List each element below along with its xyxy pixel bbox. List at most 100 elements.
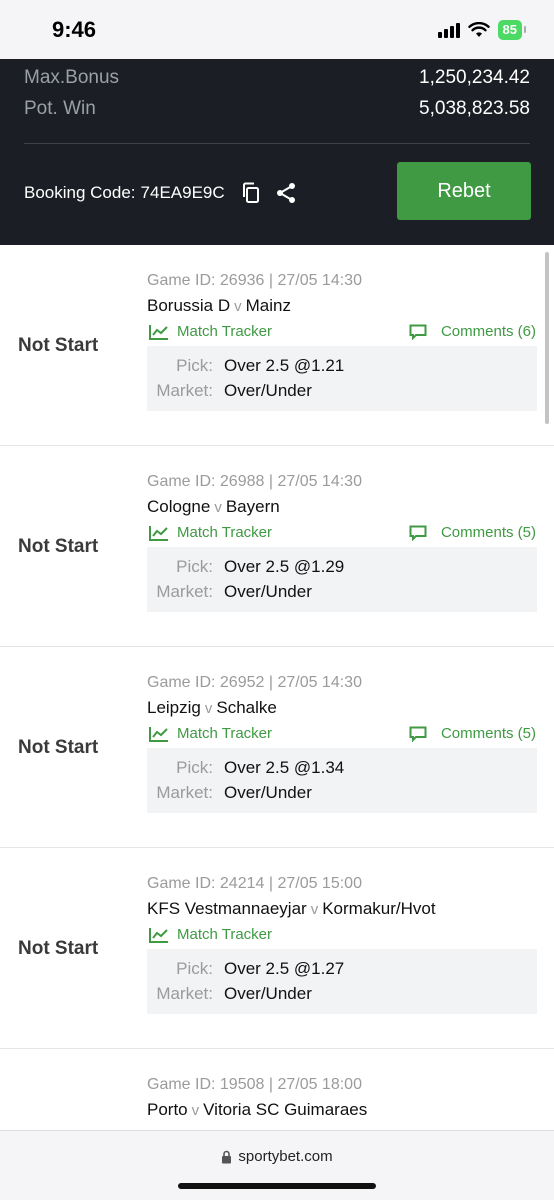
home-team: KFS Vestmannaeyjar [147,899,307,918]
bet-status: Not Start [18,535,99,557]
market-value: Over/Under [224,984,312,1003]
lock-icon [222,1150,232,1163]
market-label: Market: [156,582,213,601]
pick-label: Pick: [176,758,213,777]
pick-label: Pick: [176,356,213,375]
versus-label: v [234,298,242,315]
divider [24,143,530,144]
match-tracker-label: Match Tracker [177,926,273,943]
pick-details: Pick: Over 2.5 @1.27 Market: Over/Under [147,949,537,1014]
comments-label: Comments (6) [440,323,536,340]
match-tracker-link[interactable]: Match Tracker [149,926,272,943]
comments-label: Comments (5) [440,524,536,541]
pick-details: Pick: Over 2.5 @1.34 Market: Over/Under [147,748,537,813]
booking-code-value: 74EA9E9C [140,183,225,202]
pick-value: Over 2.5 @1.29 [224,557,345,576]
match-tracker-link[interactable]: Match Tracker [149,725,272,742]
away-team: Schalke [216,698,277,717]
status-time: 9:46 [52,17,97,42]
pick-value: Over 2.5 @1.34 [224,758,345,777]
bet-status: Not Start [18,937,99,959]
chart-line-icon [149,726,168,742]
signal-icon [437,22,460,38]
comment-icon [409,726,427,742]
away-team: Kormakur/Hvot [322,899,436,918]
market-label: Market: [156,783,213,802]
game-id: Game ID: 19508 | 27/05 18:00 [147,1076,362,1093]
pot-win-value: 5,038,823.58 [419,98,530,119]
game-id: Game ID: 26952 | 27/05 14:30 [147,674,362,691]
status-bar: 9:46 85 [0,0,554,59]
wifi-icon [467,22,490,37]
battery-icon: 85 [497,20,527,40]
comments-label: Comments (5) [440,725,536,742]
pot-win-label: Pot. Win [24,98,96,119]
bet-item: Not Start Game ID: 26936 | 27/05 14:30 B… [0,245,554,446]
match-teams: KFS Vestmannaeyjar v Kormakur/Hvot [147,899,436,919]
scrollbar[interactable] [545,252,549,424]
away-team: Mainz [245,296,291,315]
game-id: Game ID: 24214 | 27/05 15:00 [147,875,362,892]
bet-list: Not Start Game ID: 26936 | 27/05 14:30 B… [0,245,554,1200]
bet-summary: Max.Bonus 1,250,234.42 Pot. Win 5,038,82… [0,59,554,245]
comment-icon [409,525,427,541]
pick-details: Pick: Over 2.5 @1.21 Market: Over/Under [147,346,537,411]
pick-value: Over 2.5 @1.21 [224,356,345,375]
versus-label: v [191,1102,200,1119]
max-bonus-label: Max.Bonus [24,67,120,88]
home-indicator[interactable] [178,1183,376,1189]
max-bonus-row: Max.Bonus 1,250,234.42 [24,67,530,89]
url-text: sportybet.com [238,1148,333,1165]
bet-item: Not Start Game ID: 24214 | 27/05 15:00 K… [0,848,554,1049]
market-value: Over/Under [224,582,312,601]
pick-label: Pick: [176,959,213,978]
versus-label: v [204,700,213,717]
match-teams: Borussia Dv Mainz [147,296,291,316]
url-field[interactable]: sportybet.com [0,1148,554,1165]
comments-link[interactable]: Comments (6) [409,323,536,340]
rebet-button[interactable]: Rebet [397,162,531,220]
status-icons: 85 [437,20,527,40]
match-teams: Leipzig v Schalke [147,698,277,718]
away-team: Bayern [225,497,280,516]
comment-icon [409,324,427,340]
booking-code-label: Booking Code: [24,183,136,202]
chart-line-icon [149,324,168,340]
pot-win-row: Pot. Win 5,038,823.58 [24,98,530,120]
match-tracker-label: Match Tracker [177,524,273,541]
share-icon[interactable] [275,182,297,204]
home-team: Cologne [147,497,211,516]
match-tracker-label: Match Tracker [177,323,273,340]
market-label: Market: [156,984,213,1003]
market-label: Market: [156,381,213,400]
match-teams: Cologne v Bayern [147,497,280,517]
chart-line-icon [149,927,168,943]
pick-details: Pick: Over 2.5 @1.29 Market: Over/Under [147,547,537,612]
max-bonus-value: 1,250,234.42 [419,67,530,88]
home-team: Leipzig [147,698,201,717]
booking-code: Booking Code: 74EA9E9C [24,182,297,204]
market-value: Over/Under [224,381,312,400]
away-team: Vitoria SC Guimaraes [203,1100,368,1119]
comments-link[interactable]: Comments (5) [409,524,536,541]
pick-value: Over 2.5 @1.27 [224,959,345,978]
bet-status: Not Start [18,736,99,758]
match-teams: Porto v Vitoria SC Guimaraes [147,1100,367,1120]
chart-line-icon [149,525,168,541]
bet-item: Not Start Game ID: 26988 | 27/05 14:30 C… [0,446,554,647]
bet-status: Not Start [18,334,99,356]
pick-label: Pick: [176,557,213,576]
match-tracker-label: Match Tracker [177,725,273,742]
browser-bar: sportybet.com [0,1130,554,1200]
game-id: Game ID: 26988 | 27/05 14:30 [147,473,362,490]
bet-item: Not Start Game ID: 26952 | 27/05 14:30 L… [0,647,554,848]
game-id: Game ID: 26936 | 27/05 14:30 [147,272,362,289]
copy-icon[interactable] [241,182,261,204]
versus-label: v [214,499,222,516]
market-value: Over/Under [224,783,312,802]
home-team: Porto [147,1100,188,1119]
match-tracker-link[interactable]: Match Tracker [149,524,272,541]
comments-link[interactable]: Comments (5) [409,725,536,742]
home-team: Borussia D [147,296,231,315]
match-tracker-link[interactable]: Match Tracker [149,323,272,340]
